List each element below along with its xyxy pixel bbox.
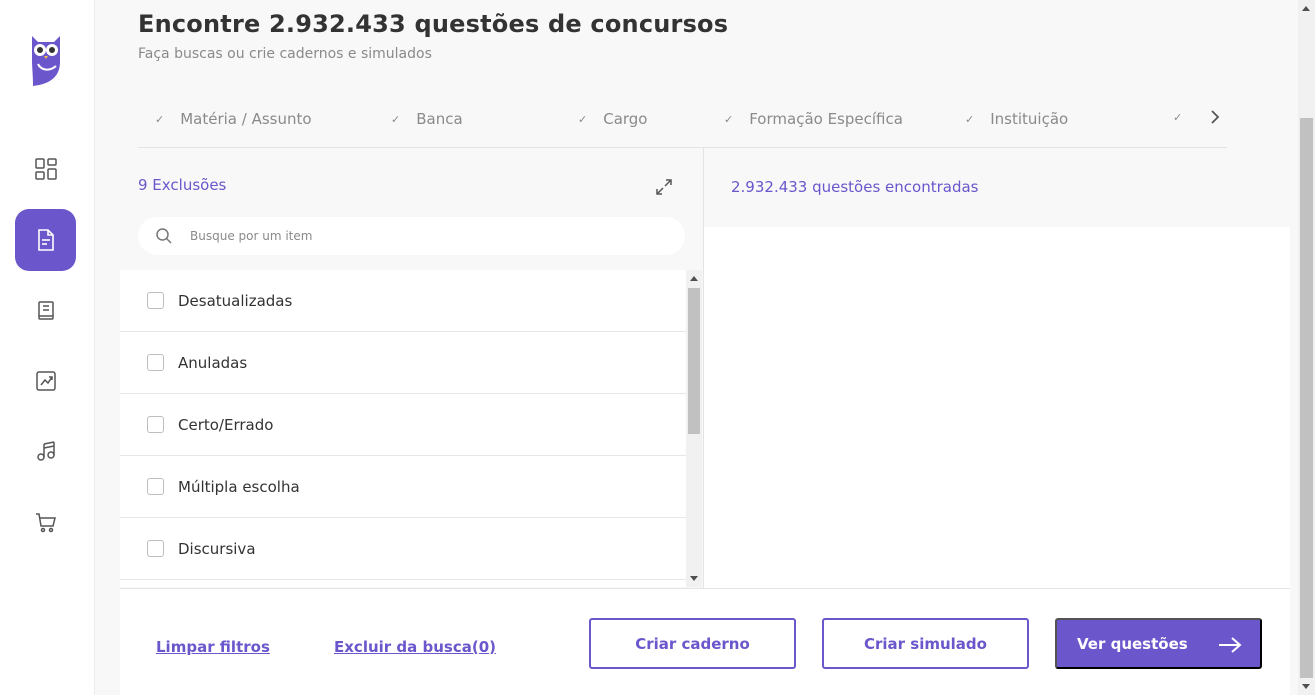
check-icon: ✓ — [724, 112, 734, 126]
music-icon — [36, 441, 55, 461]
tab-more-check-icon[interactable]: ✓ — [1173, 111, 1182, 124]
sidebar-item-audio[interactable] — [15, 420, 76, 482]
scroll-down-icon[interactable] — [1302, 684, 1310, 689]
tab-formacao-especifica[interactable]: ✓ Formação Específica — [724, 110, 903, 128]
list-item[interactable]: Discursiva — [120, 518, 686, 580]
cart-icon — [35, 513, 56, 533]
list-item[interactable]: Múltipla escolha — [120, 456, 686, 518]
page-subtitle: Faça buscas ou crie cadernos e simulados — [138, 46, 432, 62]
list-item[interactable]: Anuladas — [120, 332, 686, 394]
results-count: 2.932.433 questões encontradas — [731, 178, 979, 196]
expand-icon[interactable] — [655, 178, 673, 196]
list-item-label: Desatualizadas — [178, 291, 293, 310]
sidebar-item-book[interactable] — [15, 280, 76, 342]
tab-label: Cargo — [603, 110, 648, 128]
scroll-down-icon[interactable] — [690, 576, 698, 581]
chevron-right-icon[interactable] — [1206, 108, 1224, 126]
scroll-thumb[interactable] — [688, 288, 700, 434]
checkbox[interactable] — [147, 478, 164, 495]
book-icon — [37, 301, 54, 320]
check-icon: ✓ — [965, 112, 975, 126]
scroll-up-icon[interactable] — [1302, 6, 1310, 11]
tab-label: Formação Específica — [749, 110, 903, 128]
list-scrollbar[interactable] — [686, 270, 702, 587]
tab-label: Matéria / Assunto — [180, 110, 312, 128]
check-icon: ✓ — [578, 112, 588, 126]
list-item[interactable]: Certo/Errado — [120, 394, 686, 456]
sidebar — [0, 0, 95, 695]
arrow-right-icon — [1219, 637, 1242, 653]
exclusions-heading: 9 Exclusões — [138, 176, 227, 194]
tab-label: Banca — [416, 110, 463, 128]
view-questions-label: Ver questões — [1077, 635, 1188, 653]
tab-materia-assunto[interactable]: ✓ Matéria / Assunto — [155, 110, 312, 128]
check-icon: ✓ — [391, 112, 401, 126]
filter-tabs: ✓ Matéria / Assunto ✓ Banca ✓ Cargo ✓ Fo… — [138, 94, 1227, 148]
list-item-label: Discursiva — [178, 539, 256, 558]
exclusions-list: Desatualizadas Anuladas Certo/Errado Múl… — [120, 270, 686, 587]
sidebar-item-questions[interactable] — [15, 209, 76, 271]
tab-cargo[interactable]: ✓ Cargo — [578, 110, 648, 128]
dashboard-icon — [34, 158, 57, 180]
tab-instituicao[interactable]: ✓ Instituição — [965, 110, 1068, 128]
list-item[interactable]: Desatualizadas — [120, 270, 686, 332]
search-box — [138, 217, 685, 255]
page-title: Encontre 2.932.433 questões de concursos — [138, 10, 729, 38]
checkbox[interactable] — [147, 354, 164, 371]
results-header: 2.932.433 questões encontradas — [704, 148, 1290, 227]
exclude-search-link[interactable]: Excluir da busca(0) — [334, 638, 496, 656]
sidebar-item-stats[interactable] — [15, 350, 76, 412]
chart-icon — [35, 371, 56, 391]
create-mock-button[interactable]: Criar simulado — [822, 618, 1029, 669]
view-questions-button[interactable]: Ver questões — [1055, 618, 1262, 669]
page-scrollbar[interactable] — [1298, 0, 1315, 695]
checkbox[interactable] — [147, 416, 164, 433]
checkbox[interactable] — [147, 540, 164, 557]
list-item-label: Anuladas — [178, 353, 248, 372]
search-input[interactable] — [190, 217, 670, 255]
tab-banca[interactable]: ✓ Banca — [391, 110, 463, 128]
scroll-up-icon[interactable] — [690, 276, 698, 281]
owl-logo-icon[interactable] — [29, 30, 63, 88]
results-panel — [704, 227, 1290, 588]
document-icon — [37, 229, 54, 251]
tab-label: Instituição — [990, 110, 1069, 128]
search-icon — [156, 228, 172, 244]
sidebar-item-store[interactable] — [15, 491, 76, 553]
check-icon: ✓ — [155, 112, 165, 126]
clear-filters-link[interactable]: Limpar filtros — [156, 638, 270, 656]
create-notebook-button[interactable]: Criar caderno — [589, 618, 796, 669]
checkbox[interactable] — [147, 292, 164, 309]
action-bar: Limpar filtros Excluir da busca(0) Criar… — [120, 588, 1290, 695]
scroll-thumb[interactable] — [1300, 118, 1313, 678]
sidebar-item-dashboard[interactable] — [15, 138, 76, 200]
list-item-label: Certo/Errado — [178, 415, 274, 434]
list-item-label: Múltipla escolha — [178, 477, 300, 496]
